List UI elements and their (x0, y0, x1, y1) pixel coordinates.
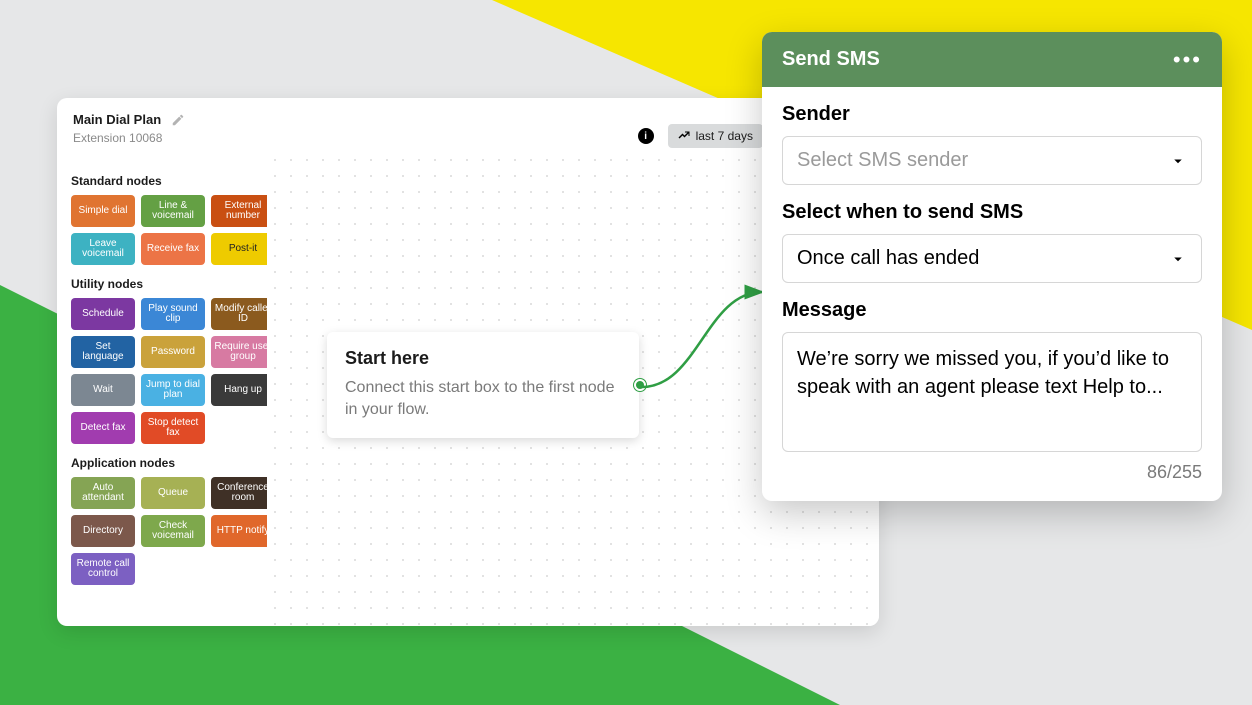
message-label: Message (782, 299, 1202, 322)
section-application: Application nodes (71, 456, 283, 470)
when-select[interactable]: Once call has ended (782, 234, 1202, 283)
node-line-voicemail[interactable]: Line & voicemail (141, 195, 205, 227)
node-simple-dial[interactable]: Simple dial (71, 195, 135, 227)
when-value: Once call has ended (797, 247, 979, 270)
node-require-user-group[interactable]: Require user group (211, 336, 275, 368)
plan-title: Main Dial Plan (73, 112, 161, 127)
section-standard: Standard nodes (71, 174, 283, 188)
node-http-notify[interactable]: HTTP notify (211, 515, 275, 547)
node-directory[interactable]: Directory (71, 515, 135, 547)
flow-editor: Main Dial Plan Extension 10068 i last 7 … (57, 98, 879, 626)
date-range-pill[interactable]: last 7 days (668, 124, 763, 148)
node-queue[interactable]: Queue (141, 477, 205, 509)
node-detect-fax[interactable]: Detect fax (71, 412, 135, 444)
node-set-language[interactable]: Set language (71, 336, 135, 368)
node-leave-voicemail[interactable]: Leave voicemail (71, 233, 135, 265)
plan-subtitle: Extension 10068 (73, 131, 185, 145)
node-remote-call-control[interactable]: Remote call control (71, 553, 135, 585)
start-node-subtitle: Connect this start box to the first node… (345, 377, 621, 422)
node-hang-up[interactable]: Hang up (211, 374, 275, 406)
start-node[interactable]: Start here Connect this start box to the… (327, 332, 639, 438)
sender-label: Sender (782, 103, 1202, 126)
node-modify-caller-id[interactable]: Modify caller ID (211, 298, 275, 330)
node-password[interactable]: Password (141, 336, 205, 368)
send-sms-panel: Send SMS ••• Sender Select SMS sender Se… (762, 32, 1222, 501)
date-range-label: last 7 days (696, 129, 753, 143)
node-play-sound-clip[interactable]: Play sound clip (141, 298, 205, 330)
trend-icon (678, 130, 690, 142)
node-palette: Standard nodes Simple dial Line & voicem… (71, 162, 283, 585)
sender-placeholder: Select SMS sender (797, 149, 968, 172)
sms-panel-title: Send SMS (782, 48, 880, 71)
sender-select[interactable]: Select SMS sender (782, 136, 1202, 185)
node-auto-attendant[interactable]: Auto attendant (71, 477, 135, 509)
start-node-title: Start here (345, 348, 621, 369)
char-counter: 86/255 (782, 462, 1202, 483)
info-icon[interactable]: i (638, 128, 654, 144)
when-label: Select when to send SMS (782, 201, 1202, 224)
node-stop-detect-fax[interactable]: Stop detect fax (141, 412, 205, 444)
node-check-voicemail[interactable]: Check voicemail (141, 515, 205, 547)
message-textarea[interactable]: We’re sorry we missed you, if you’d like… (782, 332, 1202, 452)
node-wait[interactable]: Wait (71, 374, 135, 406)
edit-icon[interactable] (171, 113, 185, 127)
chevron-down-icon (1169, 152, 1187, 170)
node-external-number[interactable]: External number (211, 195, 275, 227)
node-post-it[interactable]: Post-it (211, 233, 275, 265)
node-jump-to-dial-plan[interactable]: Jump to dial plan (141, 374, 205, 406)
chevron-down-icon (1169, 250, 1187, 268)
node-schedule[interactable]: Schedule (71, 298, 135, 330)
node-receive-fax[interactable]: Receive fax (141, 233, 205, 265)
section-utility: Utility nodes (71, 277, 283, 291)
node-conference-room[interactable]: Conference room (211, 477, 275, 509)
